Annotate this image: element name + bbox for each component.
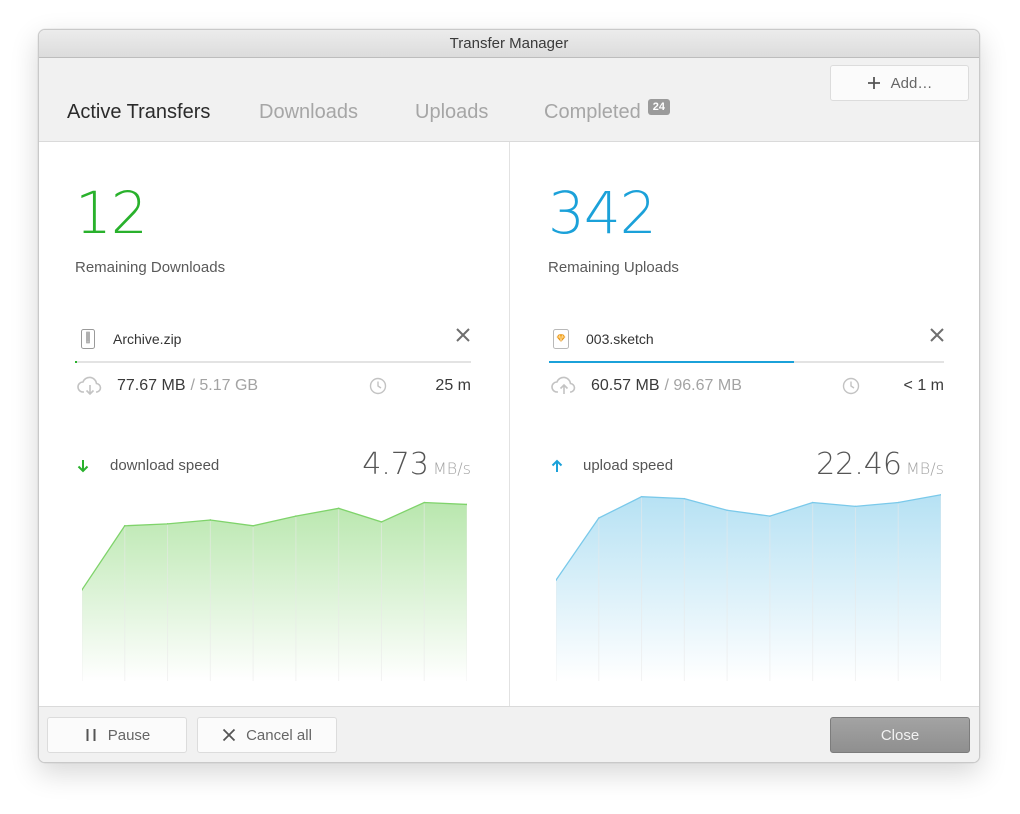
download-progress-bar <box>75 361 471 363</box>
speed-point <box>897 501 900 504</box>
sketch-file-icon <box>553 329 569 349</box>
speed-point <box>295 515 297 517</box>
arrow-down-icon <box>77 460 89 473</box>
clock-icon <box>842 377 860 395</box>
speed-point <box>380 521 383 523</box>
pause-button-label: Pause <box>107 726 151 744</box>
speed-point <box>726 509 728 512</box>
upload-speed-row: upload speed 22.46 MB/s <box>551 447 944 483</box>
download-speed-label: download speed <box>110 457 220 474</box>
pause-button[interactable]: Pause <box>47 717 187 753</box>
speed-point <box>123 525 126 527</box>
remaining-uploads-count: 342 <box>548 179 657 247</box>
downloads-panel: 12 Remaining Downloads Archive.zip 77.67… <box>39 142 510 706</box>
transfer-manager-window: Transfer Manager Add… Active Transfers D… <box>38 29 980 763</box>
cloud-upload-icon <box>551 376 576 394</box>
speed-area <box>82 502 467 681</box>
upload-progress-bar <box>549 361 944 363</box>
remaining-downloads-label: Remaining Downloads <box>75 259 226 276</box>
completed-count-badge: 24 <box>647 99 670 115</box>
speed-point <box>683 497 686 500</box>
download-speed-unit: MB/s <box>432 459 471 478</box>
close-button-label: Close <box>880 726 920 744</box>
upload-transferred: 60.57 MB <box>591 377 660 394</box>
speed-point <box>854 505 857 508</box>
speed-point <box>252 525 254 527</box>
speed-point <box>209 519 212 521</box>
download-transferred: 77.67 MB <box>117 377 186 394</box>
clock-icon <box>369 377 387 395</box>
download-file-row: Archive.zip <box>81 327 181 351</box>
speed-point <box>640 495 643 498</box>
tab-downloads[interactable]: Downloads <box>259 101 358 135</box>
tab-label: Uploads <box>415 101 489 123</box>
upload-time-left: < 1 m <box>903 377 944 394</box>
speed-area <box>556 494 941 681</box>
zip-file-icon <box>81 329 95 349</box>
speed-point <box>166 523 169 525</box>
upload-speed-chart <box>556 493 941 681</box>
download-time-left: 25 m <box>435 377 471 394</box>
cancel-upload-button[interactable] <box>927 325 947 345</box>
download-speed-chart <box>82 501 467 681</box>
upload-speed-value: 22.46 <box>816 447 902 482</box>
close-button[interactable]: Close <box>830 717 970 753</box>
footer-bar: Pause Cancel all Close <box>39 706 979 762</box>
cloud-download-icon <box>77 376 102 396</box>
cancel-all-button-label: Cancel all <box>246 726 312 744</box>
cancel-all-button[interactable]: Cancel all <box>197 717 337 753</box>
download-speed-row: download speed 4.73 MB/s <box>77 447 471 483</box>
download-file-name: Archive.zip <box>113 331 182 347</box>
plus-icon <box>867 77 880 89</box>
upload-progress-fill <box>549 361 794 363</box>
upload-file-row: 003.sketch <box>553 327 654 351</box>
remaining-downloads-count: 12 <box>75 179 148 247</box>
close-icon <box>222 728 236 742</box>
add-button[interactable]: Add… <box>830 65 969 101</box>
tab-active-transfers[interactable]: Active Transfers <box>67 101 210 135</box>
speed-point <box>423 501 426 504</box>
upload-file-name: 003.sketch <box>586 331 654 347</box>
tab-uploads[interactable]: Uploads <box>415 101 488 135</box>
cancel-download-button[interactable] <box>453 325 473 345</box>
speed-point <box>337 507 340 510</box>
tab-label: Active Transfers <box>67 101 211 123</box>
arrow-up-icon <box>551 459 563 472</box>
speed-point <box>811 501 814 504</box>
tab-completed[interactable]: Completed 24 <box>544 99 670 135</box>
pause-icon <box>86 729 96 741</box>
uploads-panel: 342 Remaining Uploads 003.sketch 60.57 M… <box>510 142 979 706</box>
remaining-uploads-label: Remaining Uploads <box>548 259 679 276</box>
toolbar: Add… Active Transfers Downloads Uploads … <box>39 58 979 169</box>
tab-label: Downloads <box>259 101 358 123</box>
upload-stats-row: 60.57 MB / 96.67 MB < 1 m <box>551 374 944 398</box>
close-icon <box>930 328 944 342</box>
speed-point <box>597 517 600 519</box>
download-progress-fill <box>75 361 77 363</box>
tab-label: Completed <box>544 101 641 123</box>
download-speed-value: 4.73 <box>362 447 429 482</box>
close-icon <box>456 328 470 342</box>
add-button-label: Add… <box>890 74 933 92</box>
upload-speed-readout: 22.46 MB/s <box>816 447 944 482</box>
download-total: / 5.17 GB <box>190 377 259 394</box>
upload-total: / 96.67 MB <box>664 377 742 394</box>
window-title: Transfer Manager <box>39 30 979 58</box>
download-stats-row: 77.67 MB / 5.17 GB 25 m <box>77 374 471 398</box>
upload-speed-unit: MB/s <box>905 459 944 478</box>
download-speed-readout: 4.73 MB/s <box>362 447 471 482</box>
upload-speed-label: upload speed <box>583 457 674 474</box>
speed-point <box>769 515 771 517</box>
